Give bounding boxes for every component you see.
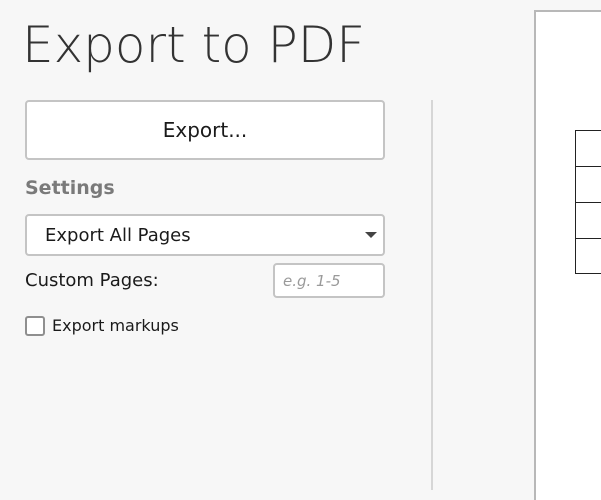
export-markups-checkbox[interactable] xyxy=(25,316,45,336)
settings-heading: Settings xyxy=(25,177,115,199)
page-title: Export to PDF xyxy=(22,16,366,74)
preview-table-row xyxy=(575,238,601,274)
preview-table-row xyxy=(575,202,601,238)
preview-table xyxy=(575,130,601,274)
export-markups-option[interactable]: Export markups xyxy=(25,315,179,337)
page-range-select-value: Export All Pages xyxy=(45,224,191,246)
page-range-select[interactable]: Export All Pages xyxy=(25,214,385,256)
preview-table-row xyxy=(575,130,601,166)
preview-table-row xyxy=(575,166,601,202)
export-markups-label: Export markups xyxy=(52,316,179,335)
export-button[interactable]: Export... xyxy=(25,100,385,160)
panel-divider xyxy=(431,100,433,490)
document-preview xyxy=(534,10,601,500)
custom-pages-label: Custom Pages: xyxy=(25,270,159,291)
custom-pages-input[interactable] xyxy=(273,263,385,298)
chevron-down-icon[interactable] xyxy=(365,232,377,238)
